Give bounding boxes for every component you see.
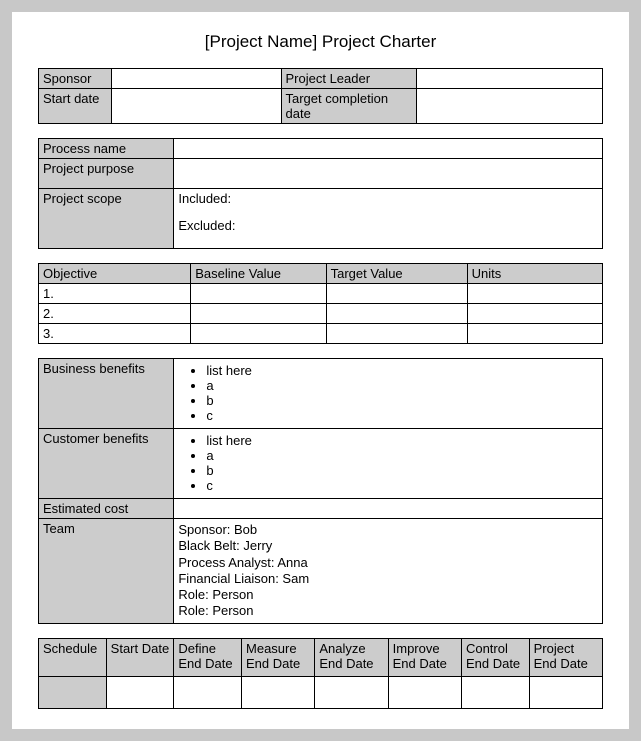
list-item: c (206, 478, 598, 493)
target-date-label: Target completion date (281, 89, 416, 124)
schedule-header-project: Project End Date (529, 638, 602, 676)
process-table: Process name Project purpose Project sco… (38, 138, 603, 249)
page: [Project Name] Project Charter Sponsor P… (12, 12, 629, 729)
team-member: Financial Liaison: Sam (178, 571, 598, 587)
business-benefits-list: list here a b c (206, 361, 598, 425)
table-row: 2. (39, 304, 603, 324)
page-title: [Project Name] Project Charter (38, 24, 603, 68)
project-scope-value[interactable]: Included: Excluded: (174, 189, 603, 249)
list-item: c (206, 408, 598, 423)
sponsor-value[interactable] (112, 69, 281, 89)
header-table: Sponsor Project Leader Start date Target… (38, 68, 603, 124)
target-cell[interactable] (326, 324, 467, 344)
list-item: list here (206, 363, 598, 378)
schedule-cell[interactable] (529, 676, 602, 708)
schedule-cell[interactable] (315, 676, 388, 708)
estimated-cost-value[interactable] (174, 499, 603, 519)
project-leader-label: Project Leader (281, 69, 416, 89)
units-cell[interactable] (467, 284, 602, 304)
project-purpose-value[interactable] (174, 159, 603, 189)
table-row: 1. (39, 284, 603, 304)
team-member: Process Analyst: Anna (178, 555, 598, 571)
team-member: Role: Person (178, 603, 598, 619)
objectives-header-units: Units (467, 264, 602, 284)
list-item: b (206, 463, 598, 478)
project-purpose-label: Project purpose (39, 159, 174, 189)
baseline-cell[interactable] (191, 324, 326, 344)
scope-excluded-label: Excluded: (178, 218, 598, 233)
start-date-label: Start date (39, 89, 112, 124)
schedule-cell[interactable] (388, 676, 461, 708)
units-cell[interactable] (467, 304, 602, 324)
project-leader-value[interactable] (416, 69, 602, 89)
schedule-header-control: Control End Date (461, 638, 529, 676)
team-member: Sponsor: Bob (178, 522, 598, 538)
objectives-header-target: Target Value (326, 264, 467, 284)
schedule-header-improve: Improve End Date (388, 638, 461, 676)
team-value[interactable]: Sponsor: Bob Black Belt: Jerry Process A… (174, 519, 603, 624)
target-cell[interactable] (326, 284, 467, 304)
table-row (39, 676, 603, 708)
business-benefits-value[interactable]: list here a b c (174, 359, 603, 429)
team-list: Sponsor: Bob Black Belt: Jerry Process A… (178, 521, 598, 621)
objectives-table: Objective Baseline Value Target Value Un… (38, 263, 603, 344)
schedule-cell[interactable] (106, 676, 174, 708)
project-scope-label: Project scope (39, 189, 174, 249)
objectives-header-baseline: Baseline Value (191, 264, 326, 284)
process-name-value[interactable] (174, 139, 603, 159)
team-label: Team (39, 519, 174, 624)
schedule-header-start: Start Date (106, 638, 174, 676)
table-row: 3. (39, 324, 603, 344)
target-date-value[interactable] (416, 89, 602, 124)
estimated-cost-label: Estimated cost (39, 499, 174, 519)
list-item: a (206, 448, 598, 463)
objective-num[interactable]: 3. (39, 324, 191, 344)
objectives-header-objective: Objective (39, 264, 191, 284)
baseline-cell[interactable] (191, 284, 326, 304)
business-benefits-label: Business benefits (39, 359, 174, 429)
schedule-header-analyze: Analyze End Date (315, 638, 388, 676)
objective-num[interactable]: 2. (39, 304, 191, 324)
schedule-row-label[interactable] (39, 676, 107, 708)
customer-benefits-value[interactable]: list here a b c (174, 429, 603, 499)
target-cell[interactable] (326, 304, 467, 324)
scope-included-label: Included: (178, 191, 598, 206)
start-date-value[interactable] (112, 89, 281, 124)
process-name-label: Process name (39, 139, 174, 159)
customer-benefits-label: Customer benefits (39, 429, 174, 499)
schedule-header-measure: Measure End Date (242, 638, 315, 676)
schedule-cell[interactable] (174, 676, 242, 708)
list-item: list here (206, 433, 598, 448)
customer-benefits-list: list here a b c (206, 431, 598, 495)
list-item: b (206, 393, 598, 408)
baseline-cell[interactable] (191, 304, 326, 324)
objective-num[interactable]: 1. (39, 284, 191, 304)
schedule-table: Schedule Start Date Define End Date Meas… (38, 638, 603, 709)
team-member: Role: Person (178, 587, 598, 603)
benefits-table: Business benefits list here a b c Custom… (38, 358, 603, 624)
team-member: Black Belt: Jerry (178, 538, 598, 554)
schedule-cell[interactable] (242, 676, 315, 708)
list-item: a (206, 378, 598, 393)
schedule-cell[interactable] (461, 676, 529, 708)
schedule-header-schedule: Schedule (39, 638, 107, 676)
units-cell[interactable] (467, 324, 602, 344)
sponsor-label: Sponsor (39, 69, 112, 89)
schedule-header-define: Define End Date (174, 638, 242, 676)
